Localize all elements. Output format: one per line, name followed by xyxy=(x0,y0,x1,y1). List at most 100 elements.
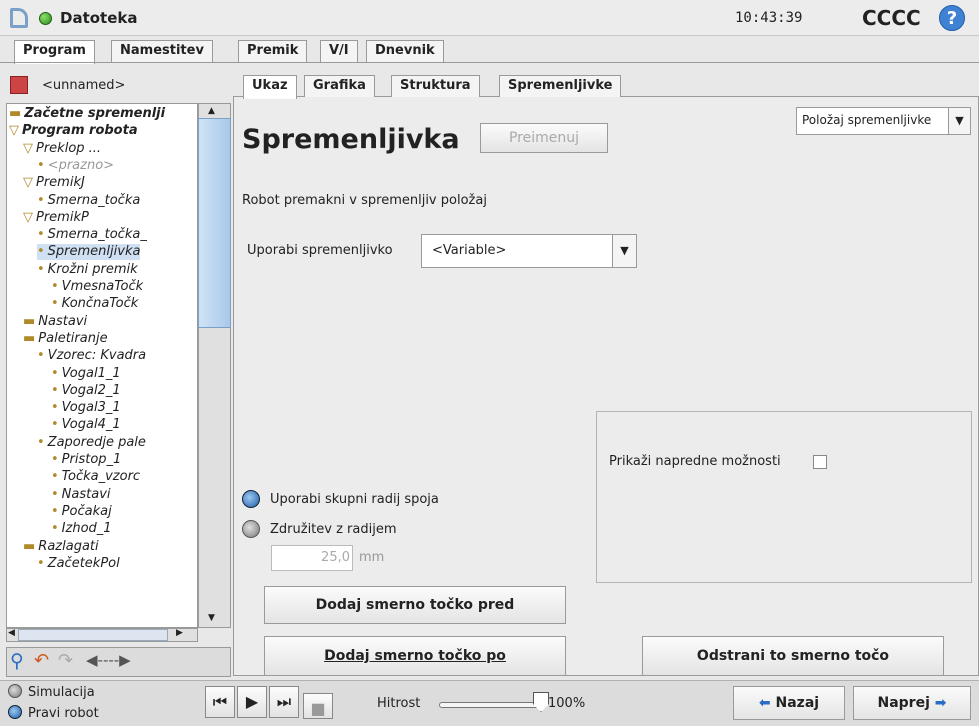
node-icon: ▽ xyxy=(23,209,33,225)
tree-item[interactable]: • KončnaTočk xyxy=(51,296,138,312)
tree-item[interactable]: • Vogal1_1 xyxy=(51,366,121,382)
tab-spremenljivke[interactable]: Spremenljivke xyxy=(499,75,622,97)
tree-item[interactable]: • <prazno> xyxy=(37,158,114,174)
chevron-down-icon: ▼ xyxy=(612,235,636,267)
tree-item-label: Krožni premik xyxy=(47,261,138,277)
tree-item[interactable]: • Vogal2_1 xyxy=(51,383,121,399)
save-icon[interactable] xyxy=(10,76,28,94)
file-menu[interactable]: Datoteka xyxy=(60,9,138,27)
tree-item-label: Smerna_točka_ xyxy=(47,227,147,243)
back-button[interactable]: ⬅ Nazaj xyxy=(733,686,845,720)
tab-namestitev[interactable]: Namestitev xyxy=(111,40,213,62)
tree-item-label: Nastavi xyxy=(61,486,111,502)
speed-slider[interactable] xyxy=(439,702,539,708)
tree-hscroll-thumb[interactable] xyxy=(18,629,168,641)
node-icon: • xyxy=(51,521,59,537)
tree-item[interactable]: • Točka_vzorc xyxy=(51,469,140,485)
next-button[interactable]: Naprej ➡ xyxy=(853,686,971,720)
tab-premik[interactable]: Premik xyxy=(238,40,308,62)
tree-item-label: Razlagati xyxy=(38,538,99,554)
search-icon[interactable]: ⚲ xyxy=(10,650,24,672)
tree-item[interactable]: ▬ Nastavi xyxy=(23,314,87,330)
node-icon: ▽ xyxy=(23,140,33,156)
tree-item-label: Program robota xyxy=(22,123,138,139)
scroll-down-arrow-icon[interactable]: ▼ xyxy=(208,613,215,623)
tree-item[interactable]: • Spremenljivka xyxy=(37,244,141,261)
tree-item[interactable]: • Pristop_1 xyxy=(51,452,121,468)
help-icon[interactable]: ? xyxy=(939,5,965,31)
tree-item-label: Preklop ... xyxy=(36,140,102,156)
position-type-value: Položaj spremenljivke xyxy=(802,113,932,127)
tree-scroll-thumb[interactable] xyxy=(198,118,231,328)
tree-item[interactable]: ▬ Paletiranje xyxy=(23,331,108,347)
node-icon: • xyxy=(51,452,59,467)
node-icon: • xyxy=(51,503,59,519)
tree-item[interactable]: • VmesnaTočk xyxy=(51,279,143,295)
stop-icon[interactable]: ■ xyxy=(303,693,333,719)
redo-icon[interactable]: ↷ xyxy=(58,650,73,671)
tree-item[interactable]: • Zaporedje pale xyxy=(37,435,146,451)
scroll-right-arrow-icon[interactable]: ▶ xyxy=(176,628,183,638)
tree-item-label: PremikP xyxy=(36,209,89,225)
tree-item[interactable]: ▽ PremikJ xyxy=(23,175,85,191)
tree-item[interactable]: • Počakaj xyxy=(51,504,112,520)
shared-radius-radio[interactable] xyxy=(242,490,260,508)
tree-item[interactable]: • Vogal3_1 xyxy=(51,400,121,416)
tab-grafika[interactable]: Grafika xyxy=(304,75,375,97)
node-icon: ▽ xyxy=(23,175,33,191)
node-icon: • xyxy=(51,417,59,433)
tree-item-label: Točka_vzorc xyxy=(61,469,141,485)
advanced-options-checkbox[interactable] xyxy=(813,455,827,469)
position-type-select[interactable]: Položaj spremenljivke ▼ xyxy=(796,107,971,135)
node-icon: • xyxy=(51,279,59,294)
skip-back-icon[interactable]: ⏮ xyxy=(205,686,235,718)
tree-item[interactable]: ▽ Program robota xyxy=(9,123,138,139)
tree-item[interactable]: ▬ Začetne spremenlji xyxy=(9,106,165,122)
rename-button[interactable]: Preimenuj xyxy=(480,123,608,153)
node-icon: ▬ xyxy=(23,538,36,554)
tree-item[interactable]: • ZačetekPol xyxy=(37,556,120,572)
variable-value: <Variable> xyxy=(432,243,507,258)
tree-item-label: KončnaTočk xyxy=(61,296,139,312)
tree-item[interactable]: • Vogal4_1 xyxy=(51,417,121,433)
tree-item[interactable]: • Nastavi xyxy=(51,487,111,503)
move-description: Robot premakni v spremenljiv položaj xyxy=(242,193,487,208)
blend-radius-label: Združitev z radijem xyxy=(270,522,397,537)
tree-item[interactable]: ▬ Razlagati xyxy=(23,539,99,555)
tree-item[interactable]: • Krožni premik xyxy=(37,262,138,278)
tree-item[interactable]: • Smerna_točka xyxy=(37,193,140,209)
node-icon: • xyxy=(51,365,59,381)
tree-item[interactable]: • Vzorec: Kvadra xyxy=(37,348,146,364)
program-tree[interactable]: ▬ Začetne spremenlji ▽ Program robota ▽ Prekl… xyxy=(6,103,198,628)
node-icon: • xyxy=(51,296,59,312)
simulation-radio[interactable] xyxy=(8,684,22,698)
tab-ukaz[interactable]: Ukaz xyxy=(243,75,297,99)
node-icon: ▽ xyxy=(9,123,19,139)
tab-struktura[interactable]: Struktura xyxy=(391,75,480,97)
step-icon[interactable]: ⏭ xyxy=(269,686,299,718)
node-icon: • xyxy=(37,348,45,364)
undo-icon[interactable]: ↶ xyxy=(34,650,49,671)
tab-vi[interactable]: V/I xyxy=(320,40,358,62)
move-node-icon[interactable]: ◀----▶ xyxy=(86,651,131,669)
tree-item[interactable]: ▽ PremikP xyxy=(23,210,89,226)
status-ok-icon xyxy=(39,12,52,25)
tree-item[interactable]: ▽ Preklop ... xyxy=(23,141,101,157)
scroll-left-arrow-icon[interactable]: ◀ xyxy=(8,628,15,638)
real-robot-radio[interactable] xyxy=(8,705,22,719)
tree-item[interactable]: • Smerna_točka_ xyxy=(37,227,147,243)
blend-radius-radio[interactable] xyxy=(242,520,260,538)
tree-item[interactable]: • Izhod_1 xyxy=(51,521,112,537)
add-waypoint-after-button[interactable]: Dodaj smerno točko po xyxy=(264,636,566,676)
tree-item-label: Začetne spremenlji xyxy=(24,106,166,121)
advanced-options-box xyxy=(596,411,972,583)
tab-program[interactable]: Program xyxy=(14,40,95,64)
arrow-left-icon: ⬅ xyxy=(758,695,771,711)
scroll-up-arrow-icon[interactable]: ▲ xyxy=(208,106,215,116)
remove-waypoint-button[interactable]: Odstrani to smerno točo xyxy=(642,636,944,676)
add-waypoint-before-button[interactable]: Dodaj smerno točko pred xyxy=(264,586,566,624)
blend-radius-input[interactable]: 25,0 xyxy=(271,545,353,571)
play-icon[interactable]: ▶ xyxy=(237,686,267,718)
variable-select[interactable]: <Variable> ▼ xyxy=(421,234,637,268)
tab-dnevnik[interactable]: Dnevnik xyxy=(366,40,444,62)
